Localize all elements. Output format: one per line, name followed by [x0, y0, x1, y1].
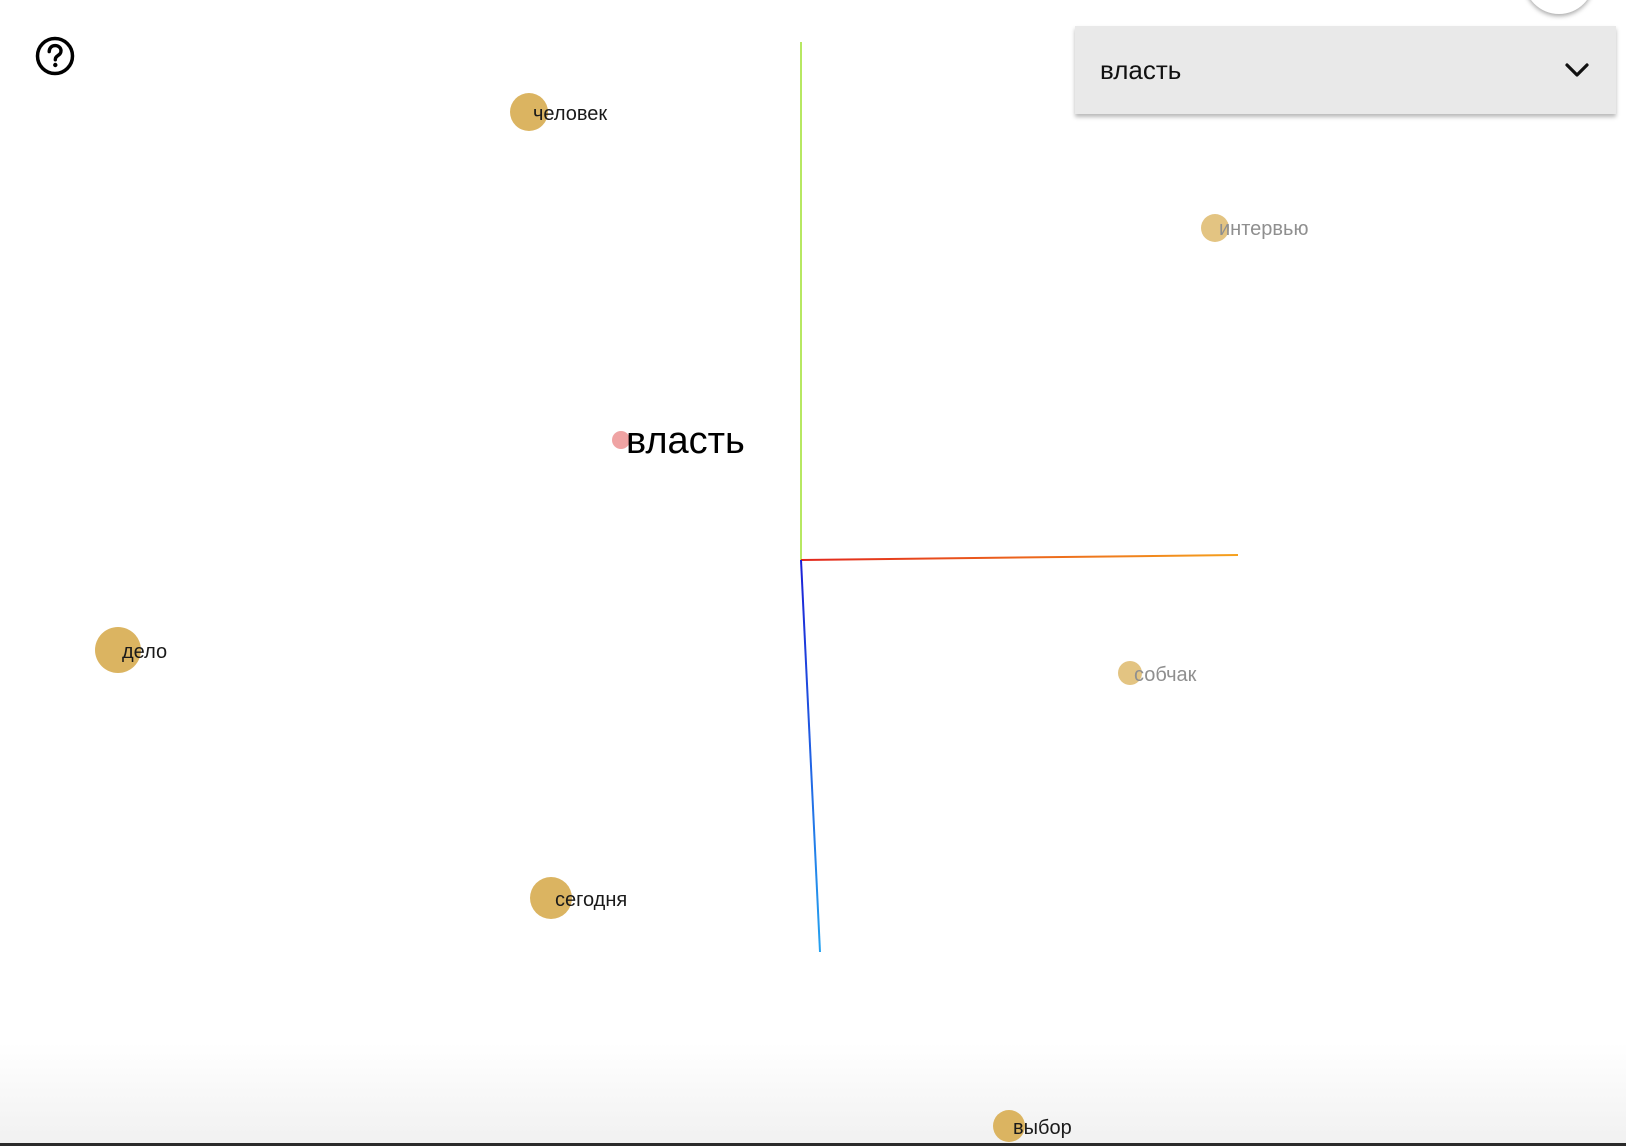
word-label: власть	[626, 420, 745, 462]
word-label: дело	[122, 641, 167, 663]
word-point-neighbor-2[interactable]: дело	[95, 627, 167, 673]
embedding-viewer[interactable]: человек интервью дело собчак сегодня выбор вла…	[0, 0, 1626, 1146]
word-point-neighbor-1[interactable]: интервью	[1201, 214, 1308, 242]
word-label: человек	[533, 103, 607, 125]
points-layer: человек интервью дело собчак сегодня выбор вла…	[95, 93, 1308, 1142]
word-select-value: власть	[1100, 54, 1182, 85]
help-button[interactable]	[35, 36, 75, 76]
word-point-neighbor-3[interactable]: собчак	[1118, 661, 1197, 686]
word-point-query[interactable]: власть	[612, 420, 745, 462]
word-label: собчак	[1134, 664, 1197, 686]
question-circle-icon	[35, 36, 75, 76]
word-label: сегодня	[555, 889, 627, 911]
axis-x	[800, 554, 1239, 561]
word-select[interactable]: власть	[1075, 26, 1616, 114]
word-point-neighbor-5[interactable]: выбор	[993, 1110, 1072, 1142]
word-label: интервью	[1219, 218, 1308, 240]
word-label: выбор	[1013, 1117, 1072, 1139]
chevron-down-icon	[1565, 63, 1589, 77]
word-point-neighbor-0[interactable]: человек	[510, 93, 607, 131]
embedding-3d-scene[interactable]: человек интервью дело собчак сегодня выбор вла…	[0, 0, 1626, 1146]
word-point-neighbor-4[interactable]: сегодня	[530, 877, 627, 919]
axis-z	[800, 559, 821, 953]
